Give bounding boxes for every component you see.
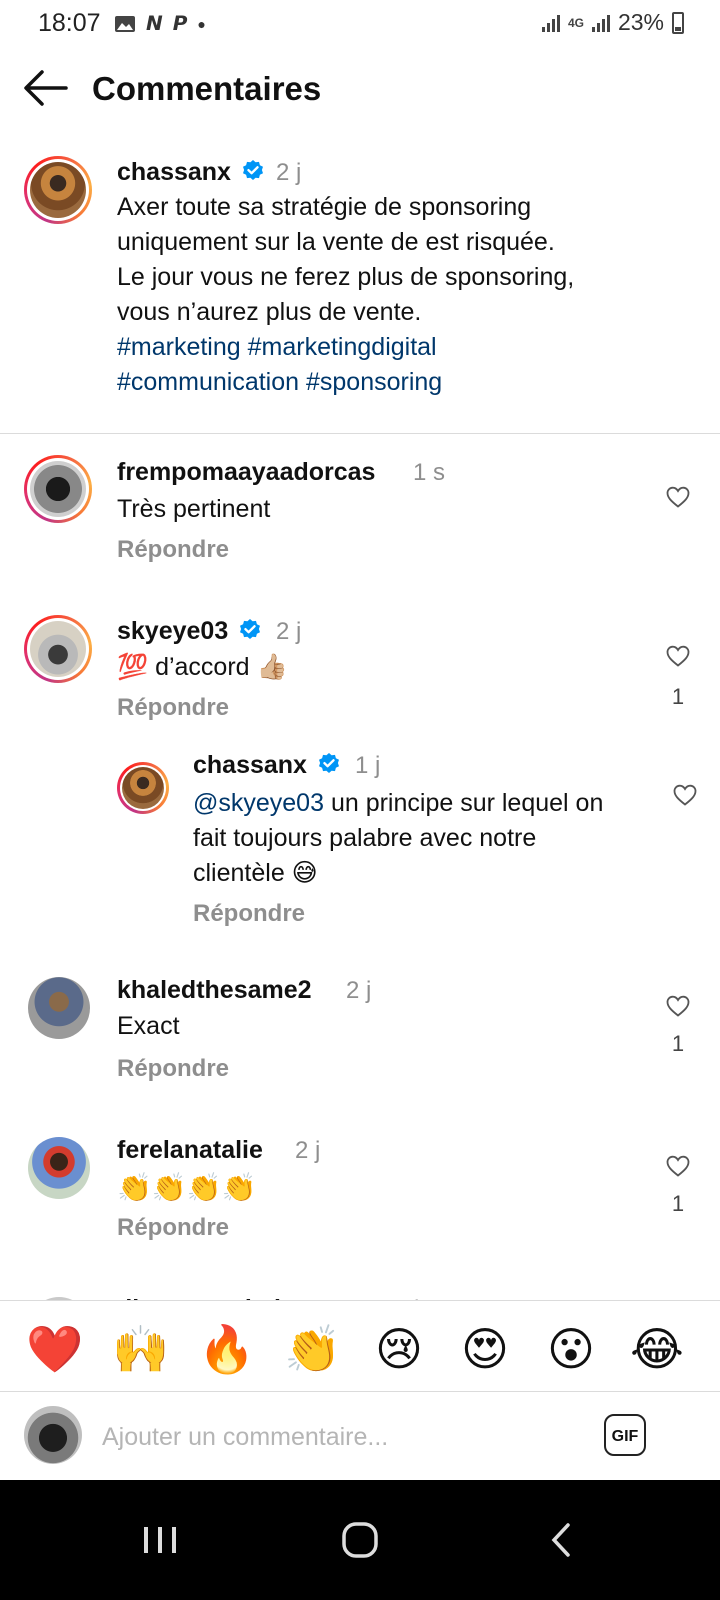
emoji-clap[interactable]: 👏 (283, 1319, 343, 1379)
comment-text: Très pertinent (117, 495, 271, 523)
avatar[interactable] (28, 1137, 90, 1199)
page-title: Commentaires (92, 70, 322, 107)
comment-time: 2 j (295, 1137, 321, 1164)
reply-button[interactable]: Répondre (117, 1214, 229, 1242)
emoji-fire[interactable]: 🔥 (197, 1319, 257, 1379)
emoji-heart-eyes[interactable]: 😍 (455, 1319, 515, 1379)
divider (0, 433, 720, 434)
like-count: 1 (671, 684, 685, 709)
comment-input[interactable] (100, 1414, 564, 1460)
heart-icon[interactable] (666, 995, 690, 1017)
emoji-surprised[interactable]: 😮 (541, 1319, 601, 1379)
comment-composer: GIF (0, 1392, 720, 1480)
mention-link[interactable]: @skyeye03 (193, 789, 324, 817)
emoji-heart[interactable]: ❤️ (25, 1319, 85, 1379)
avatar[interactable] (24, 156, 92, 224)
back-button[interactable] (22, 68, 68, 108)
comment-username[interactable]: ferelanatalie (117, 1136, 263, 1165)
comment-username[interactable]: khaledthesame2 (117, 976, 312, 1005)
reply-username[interactable]: chassanx (193, 751, 307, 779)
hashtag-link[interactable]: #communication #sponsoring (117, 365, 574, 400)
heart-icon[interactable] (666, 486, 690, 508)
like-count: 1 (671, 1031, 685, 1056)
reply-button[interactable]: Répondre (117, 694, 229, 722)
battery-percent: 23% (617, 9, 664, 35)
network-type: 4G (567, 15, 584, 30)
post-time: 2 j (276, 159, 302, 186)
like-count: 1 (671, 1191, 685, 1216)
comment-username[interactable]: skyeye03 (117, 617, 228, 645)
emoji-laughing[interactable]: 😂 (627, 1319, 687, 1379)
post-caption: Axer toute sa stratégie de sponsoring un… (117, 190, 574, 400)
app-p-icon: 𝙋 (172, 13, 188, 35)
back-nav-button[interactable] (530, 1515, 590, 1565)
comment-time: 2 j (276, 618, 302, 645)
comment-text: 💯 d’accord 👍🏼 (117, 653, 288, 681)
home-button[interactable] (330, 1515, 390, 1565)
app-n-icon: 𝙉 (146, 13, 163, 35)
emoji-raised-hands[interactable]: 🙌 (111, 1319, 171, 1379)
emoji-crying[interactable]: 😢 (369, 1319, 429, 1379)
user-avatar (24, 1406, 82, 1464)
signal-icon (541, 14, 560, 32)
chevron-left-icon (551, 1523, 570, 1557)
reply-text: @skyeye03 un principe sur lequel on fait… (193, 789, 604, 887)
heart-icon[interactable] (666, 1155, 690, 1177)
recent-apps-button[interactable] (130, 1515, 190, 1565)
arrow-left-icon (24, 70, 68, 106)
comment-text: 👏👏👏👏 (117, 1172, 257, 1203)
dot-icon: ● (197, 15, 206, 32)
status-bar: 18:07 𝙉 𝙋 ● 4G 23% (0, 0, 720, 46)
reply-button[interactable]: Répondre (193, 900, 305, 928)
comment-time: 2 j (346, 977, 372, 1004)
avatar[interactable] (24, 455, 92, 523)
status-time: 18:07 (38, 9, 101, 37)
comment-time: 1 s (413, 459, 446, 486)
verified-badge-icon (240, 619, 261, 639)
avatar[interactable] (117, 762, 169, 814)
home-icon (342, 1522, 378, 1558)
hashtag-link[interactable]: #marketing #marketingdigital (117, 330, 574, 365)
reply-button[interactable]: Répondre (117, 1055, 229, 1083)
battery-icon (672, 11, 684, 34)
avatar[interactable] (28, 977, 90, 1039)
header: Commentaires (0, 56, 720, 120)
heart-icon[interactable] (666, 645, 690, 667)
verified-badge-icon (242, 160, 263, 180)
gallery-icon (115, 15, 135, 32)
system-nav-bar (0, 1480, 720, 1600)
signal-icon-2 (591, 14, 610, 32)
recent-apps-icon (144, 1527, 176, 1553)
comment-text: Exact (117, 1012, 180, 1040)
post-username[interactable]: chassanx (117, 158, 231, 186)
emoji-reaction-bar: ❤️ 🙌 🔥 👏 😢 😍 😮 😂 (0, 1300, 720, 1392)
comment-username[interactable]: frempomaayaadorcas (117, 458, 375, 487)
reply-time: 1 j (355, 752, 381, 779)
reply-button[interactable]: Répondre (117, 536, 229, 564)
heart-icon[interactable] (673, 784, 697, 806)
avatar[interactable] (24, 615, 92, 683)
gif-button[interactable]: GIF (604, 1414, 646, 1456)
verified-badge-icon (318, 753, 339, 773)
